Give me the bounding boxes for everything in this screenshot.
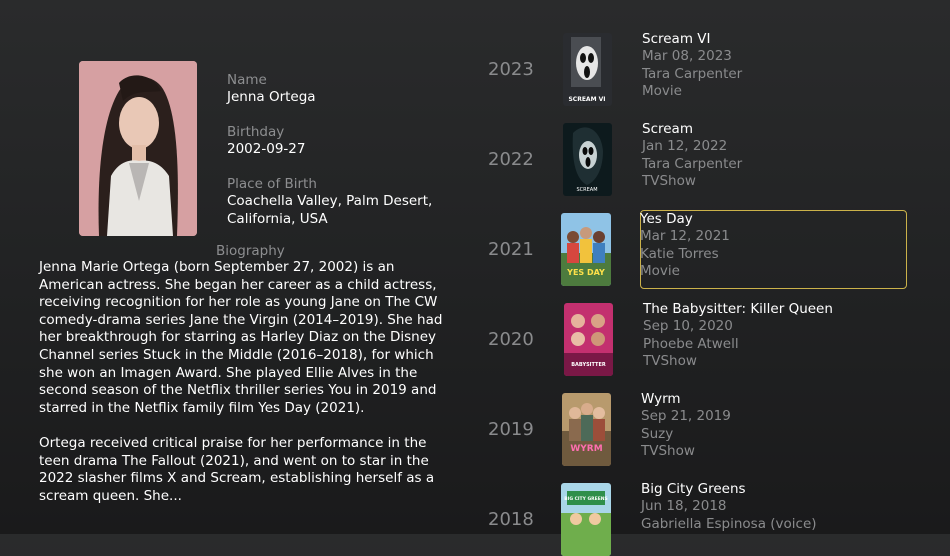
film-role: Phoebe Atwell [643,335,739,352]
film-type: TVShow [642,172,696,189]
film-info[interactable]: The Babysitter: Killer Queen Sep 10, 202… [643,301,903,370]
film-info[interactable]: Yes Day Mar 12, 2021 Katie Torres Movie [640,211,900,280]
film-type: TVShow [641,442,695,459]
film-info[interactable]: Scream VI Mar 08, 2023 Tara Carpenter Mo… [642,31,902,100]
poster-title: WYRM [570,444,602,454]
film-info[interactable]: Wyrm Sep 21, 2019 Suzy TVShow [641,391,901,460]
film-role: Gabriella Espinosa (voice) [641,515,817,532]
film-date: Jan 12, 2022 [642,138,728,155]
person-birthplace: Coachella Valley, Palm Desert, Californi… [227,193,433,227]
film-info[interactable]: Big City Greens Jun 18, 2018 Gabriella E… [641,481,901,533]
year-label: 2022 [488,149,534,170]
people-icon: WYRM [562,393,611,466]
film-type: Movie [640,262,680,279]
poster-babysitter[interactable]: BABYSITTER [564,303,613,376]
ghostface-icon: SCREAM VI [563,33,612,106]
film-title: Yes Day [640,211,693,227]
film-role: Tara Carpenter [642,65,743,82]
film-info[interactable]: Scream Jan 12, 2022 Tara Carpenter TVSho… [642,121,902,190]
film-title: The Babysitter: Killer Queen [643,301,833,317]
film-date: Jun 18, 2018 [641,498,727,515]
film-role: Katie Torres [640,245,719,262]
family-icon: YES DAY [561,213,611,286]
profile-photo [79,61,197,236]
poster-scream-vi[interactable]: SCREAM VI [563,33,612,106]
poster-title: SCREAM [576,187,597,193]
year-label: 2023 [488,59,534,80]
film-title: Scream VI [642,31,711,47]
biography-text[interactable]: Jenna Marie Ortega (born September 27, 2… [39,259,459,523]
film-type: TVShow [643,352,697,369]
faces-icon: BABYSITTER [564,303,613,376]
birthplace-label: Place of Birth [227,176,317,192]
person-birthday: 2002-09-27 [227,141,306,157]
film-date: Mar 08, 2023 [642,48,732,65]
film-date: Sep 21, 2019 [641,408,731,425]
biography-heading: Biography [216,243,285,259]
film-role: Tara Carpenter [642,155,743,172]
biography-paragraph-2: Ortega received critical praise for her … [39,434,435,504]
film-role: Suzy [641,425,674,442]
year-label: 2020 [488,329,534,350]
name-label: Name [227,72,267,88]
poster-title: YES DAY [566,268,605,277]
film-title: Scream [642,121,693,137]
poster-title: BABYSITTER [571,362,606,368]
film-title: Wyrm [641,391,681,407]
year-label: 2019 [488,419,534,440]
film-date: Mar 12, 2021 [640,228,730,245]
poster-big-city-greens[interactable]: BIG CITY GREENS [561,483,611,556]
film-type: Movie [642,82,682,99]
poster-title: SCREAM VI [568,96,605,103]
poster-wyrm[interactable]: WYRM [562,393,611,466]
poster-scream[interactable]: SCREAM [563,123,612,196]
ghostface-icon: SCREAM [563,123,612,196]
film-date: Sep 10, 2020 [643,318,733,335]
poster-yes-day[interactable]: YES DAY [561,213,611,286]
person-name: Jenna Ortega [227,89,316,105]
birthday-label: Birthday [227,124,285,140]
cartoon-icon: BIG CITY GREENS [561,483,611,556]
biography-paragraph-1: Jenna Marie Ortega (born September 27, 2… [39,259,443,416]
year-label: 2018 [488,509,534,530]
year-label: 2021 [488,239,534,260]
film-title: Big City Greens [641,481,746,497]
poster-title: BIG CITY GREENS [564,496,608,502]
